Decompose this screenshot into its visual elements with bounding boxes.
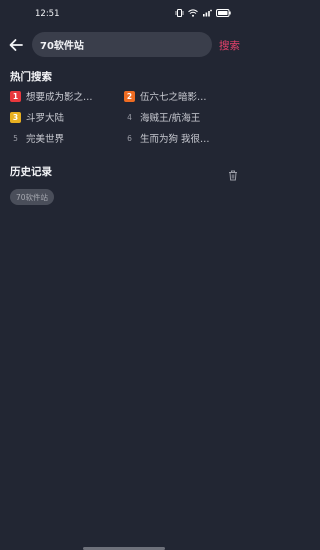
- hot-search-label: 生而为狗 我很…: [140, 134, 210, 145]
- vibrate-icon: [175, 9, 184, 17]
- status-bar: 12:51: [0, 0, 248, 30]
- rank-badge: 1: [10, 90, 21, 102]
- signal-icon: [202, 9, 212, 17]
- history-title: 历史记录: [10, 166, 52, 178]
- history-chip[interactable]: 70软件站: [10, 189, 55, 205]
- rank-number: 6: [127, 133, 132, 143]
- hot-search-item-2[interactable]: 2 伍六七之暗影…: [124, 89, 207, 103]
- hot-search-label: 斗罗大陆: [26, 113, 65, 124]
- battery-icon: [216, 9, 231, 17]
- hot-search-title: 热门搜索: [10, 71, 52, 83]
- hot-search-item-4[interactable]: 4 海贼王/航海王: [124, 110, 201, 125]
- search-field[interactable]: [32, 32, 212, 57]
- rank-badge: 2: [124, 90, 135, 102]
- hot-search-item-3[interactable]: 3 斗罗大陆: [10, 110, 64, 124]
- hot-search-item-6[interactable]: 6 生而为狗 我很…: [124, 131, 210, 146]
- wifi-icon: [188, 9, 198, 17]
- back-arrow-icon[interactable]: [8, 37, 24, 53]
- search-button[interactable]: 搜索: [219, 38, 240, 53]
- hot-search-label: 伍六七之暗影…: [140, 92, 207, 103]
- search-input[interactable]: [40, 39, 200, 50]
- hot-search-label: 完美世界: [26, 134, 65, 145]
- status-time: 12:51: [35, 9, 60, 19]
- trash-icon[interactable]: [228, 166, 238, 181]
- rank-badge: 3: [10, 111, 21, 123]
- hot-search-label: 海贼王/航海王: [140, 113, 201, 124]
- rank-number: 5: [13, 133, 18, 143]
- status-icons: [175, 9, 231, 17]
- hot-search-item-1[interactable]: 1 想要成为影之…: [10, 89, 93, 103]
- hot-search-item-5[interactable]: 5 完美世界: [10, 131, 65, 146]
- search-bar: 搜索: [0, 32, 248, 58]
- rank-number: 4: [127, 112, 132, 122]
- hot-search-label: 想要成为影之…: [26, 92, 93, 103]
